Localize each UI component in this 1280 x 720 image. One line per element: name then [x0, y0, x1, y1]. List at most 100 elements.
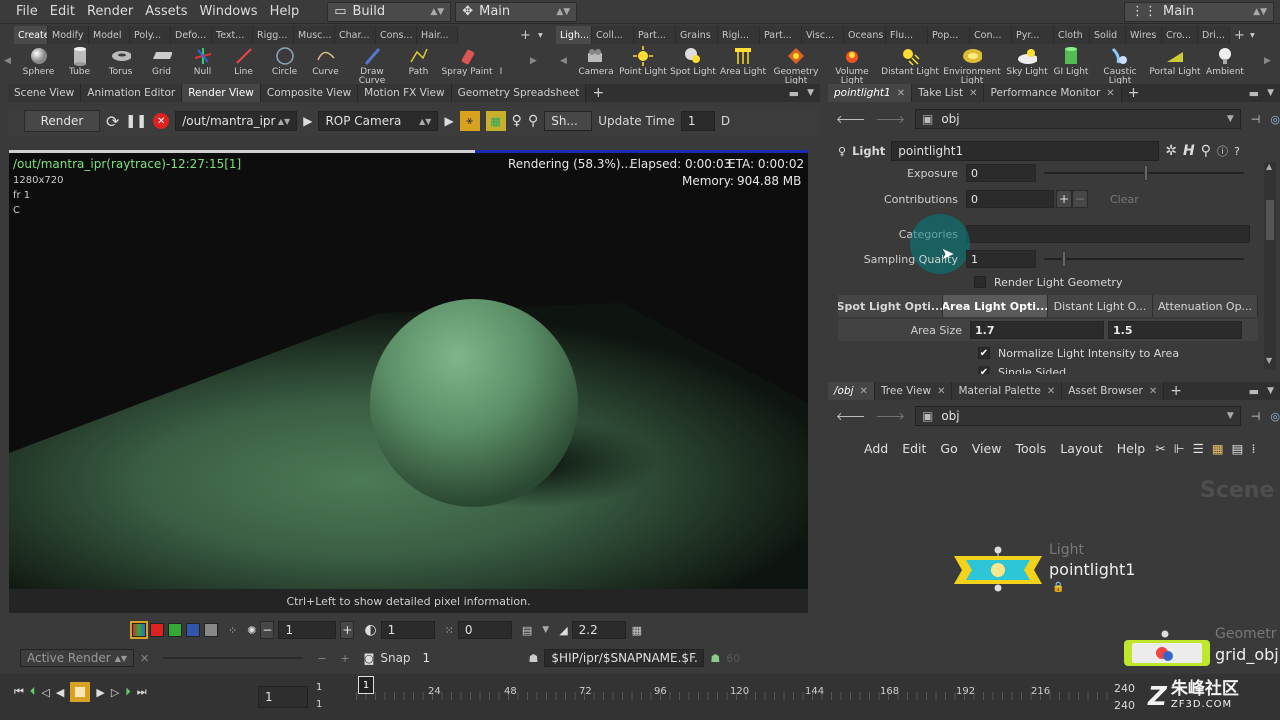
shelf-tab-oceans[interactable]: Oceans	[844, 26, 886, 44]
step-forward-icon[interactable]: ▷	[111, 686, 119, 699]
shelf-tab-pop[interactable]: Pop...	[928, 26, 970, 44]
prev-key-icon[interactable]: ⏴	[30, 685, 36, 699]
jump-start-icon[interactable]: ⏮	[14, 685, 24, 699]
stop-render-icon[interactable]: ✕	[153, 113, 170, 129]
tab-material-palette[interactable]: Material Palette ✕	[952, 382, 1063, 400]
shelf-tab-poly[interactable]: Poly...	[130, 26, 171, 44]
play-reverse-icon[interactable]: ◀	[56, 686, 64, 699]
sampling-icon[interactable]: ⁘	[228, 624, 237, 637]
tool-null[interactable]: Null	[182, 44, 223, 84]
shelf-menu-icon[interactable]: ▾	[1246, 26, 1260, 44]
clear-snapshot-icon[interactable]: ✕	[140, 652, 149, 665]
tool-environment-light[interactable]: Environment Light	[940, 44, 1004, 86]
play-icon[interactable]: ▶	[96, 686, 104, 699]
magnifier-icon[interactable]: ⚲	[528, 113, 538, 129]
shelf-tab-flu[interactable]: Flu...	[886, 26, 928, 44]
contributions-add-button[interactable]: +	[1056, 190, 1072, 208]
add-tab-icon[interactable]: +	[1122, 84, 1146, 102]
list-icon[interactable]: ☰	[1193, 441, 1204, 456]
normalize-checkbox[interactable]: ✔	[978, 347, 990, 359]
close-icon[interactable]: ✕	[1047, 386, 1055, 397]
tab-area-light-options[interactable]: Area Light Opti...	[943, 295, 1048, 317]
tab-distant-light-options[interactable]: Distant Light O...	[1048, 295, 1153, 317]
search-icon[interactable]: ⚲	[1201, 143, 1211, 159]
shelf-tab-wires[interactable]: Wires	[1126, 26, 1162, 44]
pane-menu-icon[interactable]: ▼	[807, 88, 814, 98]
exposure-field[interactable]: 0	[966, 164, 1036, 182]
sh-menu[interactable]: Sh...	[544, 111, 593, 131]
exposure-icon[interactable]: ◐	[364, 622, 376, 638]
slider-knob[interactable]	[1062, 251, 1066, 267]
net-menu-tools[interactable]: Tools	[1015, 441, 1046, 456]
net-menu-view[interactable]: View	[972, 441, 1002, 456]
tool-i[interactable]: I	[495, 44, 507, 84]
scroll-thumb[interactable]	[1266, 200, 1274, 240]
slider-knob[interactable]	[1144, 165, 1148, 181]
pane-maximize-icon[interactable]: ▬	[789, 87, 799, 100]
close-icon[interactable]: ✕	[937, 386, 945, 397]
contributions-field[interactable]: 0	[966, 190, 1054, 208]
snapshot-slider[interactable]	[163, 657, 304, 659]
track-render-icon[interactable]: ⚹	[459, 111, 480, 131]
snapshot-minus-icon[interactable]: −	[317, 652, 326, 665]
tab-animation-editor[interactable]: Animation Editor	[81, 84, 183, 102]
alpha-channel-icon[interactable]	[204, 623, 218, 637]
tab-tree-view[interactable]: Tree View ✕	[874, 382, 953, 400]
tool-spot-light[interactable]: Spot Light	[668, 44, 718, 84]
pane-maximize-icon[interactable]: ▬	[1249, 385, 1259, 398]
shelf-scroll-left-icon[interactable]: ◀	[560, 56, 567, 66]
area-size-x-field[interactable]: 1.7	[970, 321, 1104, 339]
camera-select-icon[interactable]: ▶	[303, 114, 312, 128]
single-sided-checkbox[interactable]: ✔	[978, 366, 990, 374]
pause-icon[interactable]: ❚❚	[125, 114, 147, 129]
shelf-tab-create[interactable]: Create	[14, 26, 48, 44]
tab-scene-view[interactable]: Scene View	[8, 84, 82, 102]
tool-distant-light[interactable]: Distant Light	[880, 44, 940, 84]
playhead[interactable]: 1	[358, 676, 374, 694]
tab-composite-view[interactable]: Composite View	[260, 84, 359, 102]
tool-portal-light[interactable]: Portal Light	[1148, 44, 1202, 84]
clear-button[interactable]: Clear	[1110, 193, 1139, 206]
close-icon[interactable]: ✕	[1149, 386, 1157, 397]
tab-obj[interactable]: /obj ✕	[828, 382, 875, 400]
tool-path[interactable]: Path	[398, 44, 439, 84]
snapshot-icon[interactable]: ▶	[444, 114, 453, 128]
tab-spot-light-options[interactable]: Spot Light Opti...	[838, 295, 943, 317]
close-icon[interactable]: ✕	[1106, 88, 1114, 99]
current-frame-field[interactable]: 1	[258, 686, 308, 708]
render-geo-checkbox[interactable]	[974, 276, 986, 288]
back-arrow-icon[interactable]: 🡐	[836, 112, 866, 126]
green-channel-icon[interactable]	[168, 623, 182, 637]
close-icon[interactable]: ✕	[860, 386, 868, 397]
preview-icon[interactable]: ▦	[485, 111, 506, 131]
tool-grid[interactable]: Grid	[141, 44, 182, 84]
tool-volume-light[interactable]: Volume Light	[824, 44, 880, 86]
shelf-scroll-right-icon[interactable]: ▶	[530, 56, 537, 66]
shelf-tab-part[interactable]: Part...	[634, 26, 676, 44]
param-path-field[interactable]: ▣ obj ▼	[915, 109, 1241, 129]
main-combo[interactable]: ✥ Main ▲▼	[455, 1, 578, 22]
sampling-field[interactable]: 1	[966, 250, 1036, 268]
grid-view-icon[interactable]: ▦	[1212, 441, 1224, 456]
shelf-tab-coll[interactable]: Coll...	[592, 26, 634, 44]
tool-circle[interactable]: Circle	[264, 44, 305, 84]
shelf-tab-rigi[interactable]: Rigi...	[718, 26, 760, 44]
menu-edit[interactable]: Edit	[44, 4, 81, 19]
geo-node-name[interactable]: grid_obj	[1215, 645, 1279, 664]
geo-node[interactable]	[1120, 630, 1214, 670]
area-size-y-field[interactable]: 1.5	[1108, 321, 1242, 339]
snapname-icon[interactable]: ☗	[529, 652, 539, 665]
timeline-track[interactable]: 1 24 48 72 96 120 144 168 192 216	[356, 676, 1116, 710]
categories-field[interactable]	[966, 225, 1250, 243]
tab-render-view[interactable]: Render View	[182, 84, 261, 102]
lut-menu-icon[interactable]: ▼	[542, 625, 549, 635]
update-time-field[interactable]: 1	[680, 111, 715, 131]
pin-icon[interactable]: ⊣	[1251, 410, 1261, 423]
snapshot-plus-icon[interactable]: +	[340, 652, 349, 665]
menu-file[interactable]: File	[0, 4, 44, 19]
tool-geometry-light[interactable]: Geometry Light	[768, 44, 824, 86]
net-path-field[interactable]: ▣ obj ▼	[915, 406, 1241, 426]
wrench-icon[interactable]: ✂	[1155, 441, 1165, 456]
tool-spray-paint[interactable]: Spray Paint	[439, 44, 495, 84]
shelf-tab-pyr[interactable]: Pyr...	[1012, 26, 1054, 44]
